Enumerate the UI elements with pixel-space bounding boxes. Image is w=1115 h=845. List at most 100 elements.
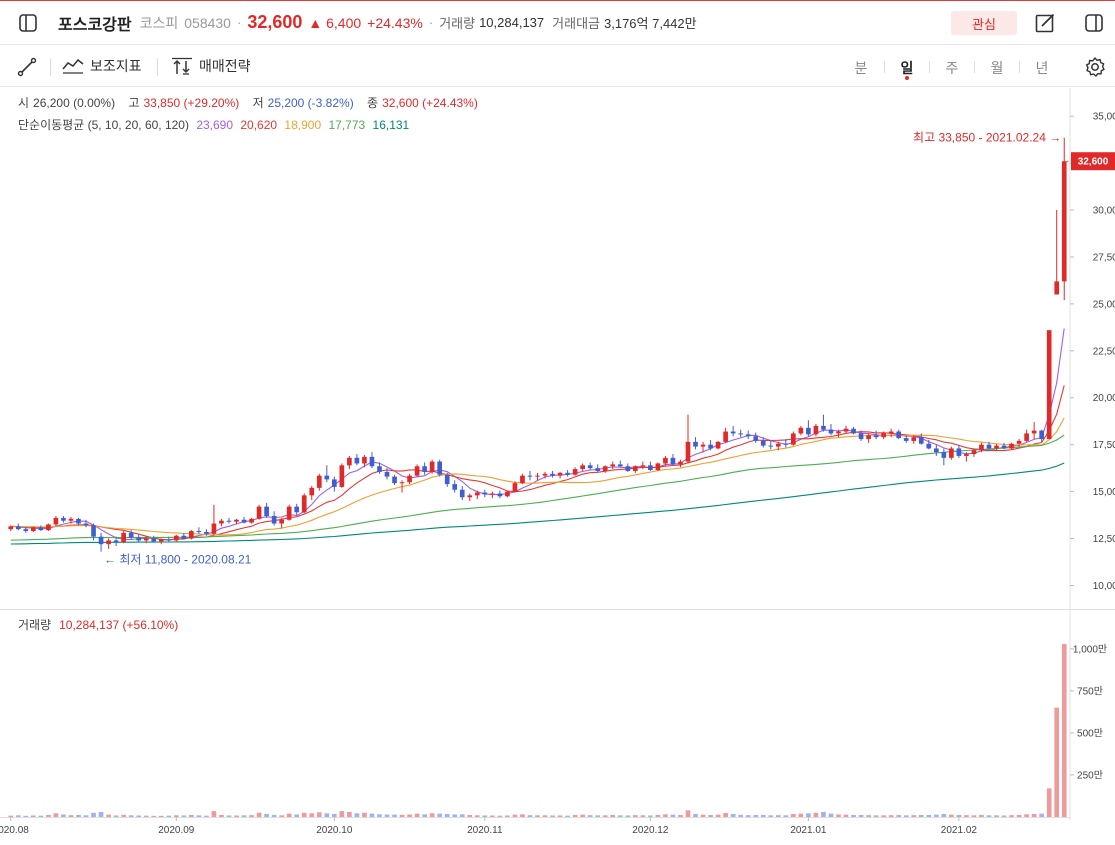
volume-bar — [655, 814, 661, 817]
candle-body — [783, 443, 789, 445]
volume-bar — [806, 813, 811, 817]
volume-bar — [941, 813, 947, 817]
candle-body — [241, 519, 247, 523]
candle-body — [286, 506, 292, 520]
candle-body — [68, 518, 74, 521]
volume-bar — [377, 814, 382, 817]
volume-bar — [1009, 815, 1014, 817]
volume-bar — [587, 815, 593, 817]
volume-bar — [324, 813, 330, 817]
volume-bar — [617, 815, 623, 817]
candle-body — [941, 452, 947, 458]
volume-bar — [693, 813, 698, 817]
price-tick-label: 15,000 — [1093, 487, 1115, 498]
volume-bar — [911, 815, 917, 817]
volume-bar — [685, 810, 691, 817]
volume-bar — [512, 814, 518, 817]
ma10-line — [10, 385, 1065, 541]
candle-body — [377, 466, 382, 472]
candle-body — [632, 466, 638, 471]
volume-bar — [723, 812, 728, 817]
candle-body — [1061, 161, 1067, 282]
candle-body — [640, 465, 646, 467]
volume-tick-label: 1,000만 — [1073, 643, 1107, 655]
volume-bar — [286, 813, 292, 817]
candle-body — [8, 526, 14, 530]
candle-body — [655, 463, 661, 471]
candle-body — [490, 493, 495, 495]
candle-body — [550, 473, 555, 476]
candle-body — [738, 433, 744, 435]
price-chart[interactable]: 35,00032,50030,00027,50025,00022,50020,0… — [0, 0, 1115, 845]
volume-bar — [903, 815, 909, 817]
candle-body — [437, 461, 443, 475]
candle-body — [768, 445, 774, 447]
candle-body — [204, 531, 209, 534]
volume-bar — [166, 815, 172, 817]
candle-body — [1016, 440, 1022, 444]
candle-body — [61, 517, 66, 521]
price-tick-label: 25,000 — [1093, 299, 1115, 310]
volume-bar — [264, 813, 269, 817]
candle-body — [136, 537, 142, 541]
candle-body — [595, 468, 601, 471]
volume-bar — [121, 814, 126, 817]
volume-bar — [708, 814, 713, 817]
volume-bar — [791, 813, 796, 817]
candle-body — [482, 492, 488, 495]
candle-body — [911, 437, 917, 441]
candle-body — [1009, 443, 1014, 449]
candle-body — [113, 540, 119, 543]
volume-bar — [68, 815, 74, 817]
volume-bar — [565, 815, 570, 817]
ma5-line — [10, 328, 1065, 541]
volume-bar — [316, 812, 322, 817]
candle-body — [76, 518, 81, 524]
price-tick-label: 27,500 — [1093, 252, 1115, 263]
candle-body — [128, 532, 134, 538]
candle-body — [1031, 430, 1037, 434]
volume-bar — [128, 815, 134, 817]
volume-bar — [505, 815, 510, 817]
volume-bar — [347, 811, 352, 817]
candle-body — [279, 519, 284, 524]
candle-body — [708, 444, 713, 449]
date-tick-label: 2020.11 — [467, 825, 503, 836]
volume-tick-label: 250만 — [1077, 769, 1103, 781]
candle-body — [166, 539, 172, 541]
volume-bar — [858, 814, 864, 817]
candle-body — [542, 473, 548, 476]
candle-body — [730, 431, 736, 434]
candle-body — [520, 475, 525, 484]
volume-bar — [949, 814, 954, 817]
volume-bar — [663, 814, 668, 817]
volume-bar — [926, 814, 932, 817]
volume-bar — [407, 814, 412, 817]
volume-bar — [873, 815, 879, 817]
date-tick-label: 2021.02 — [941, 825, 978, 836]
volume-bar — [309, 813, 315, 817]
volume-bar — [83, 815, 89, 817]
volume-bar — [625, 815, 631, 817]
candle-body — [354, 457, 360, 464]
volume-bar — [1046, 788, 1052, 817]
volume-bar — [1054, 707, 1060, 817]
volume-bar — [1024, 814, 1029, 817]
volume-bar — [331, 813, 337, 817]
volume-bar — [866, 815, 871, 817]
candle-body — [964, 454, 969, 456]
candle-body — [407, 475, 412, 483]
candle-body — [836, 431, 841, 434]
volume-bar — [648, 815, 653, 817]
volume-bar — [520, 814, 525, 817]
volume-bar — [459, 814, 465, 817]
candle-body — [971, 450, 977, 455]
volume-bar — [535, 815, 540, 817]
candle-body — [151, 538, 157, 542]
candle-body — [256, 506, 262, 519]
volume-bar — [490, 815, 495, 817]
candle-body — [219, 520, 224, 524]
candle-body — [83, 523, 89, 526]
candle-body — [956, 448, 962, 456]
candle-body — [38, 527, 44, 531]
